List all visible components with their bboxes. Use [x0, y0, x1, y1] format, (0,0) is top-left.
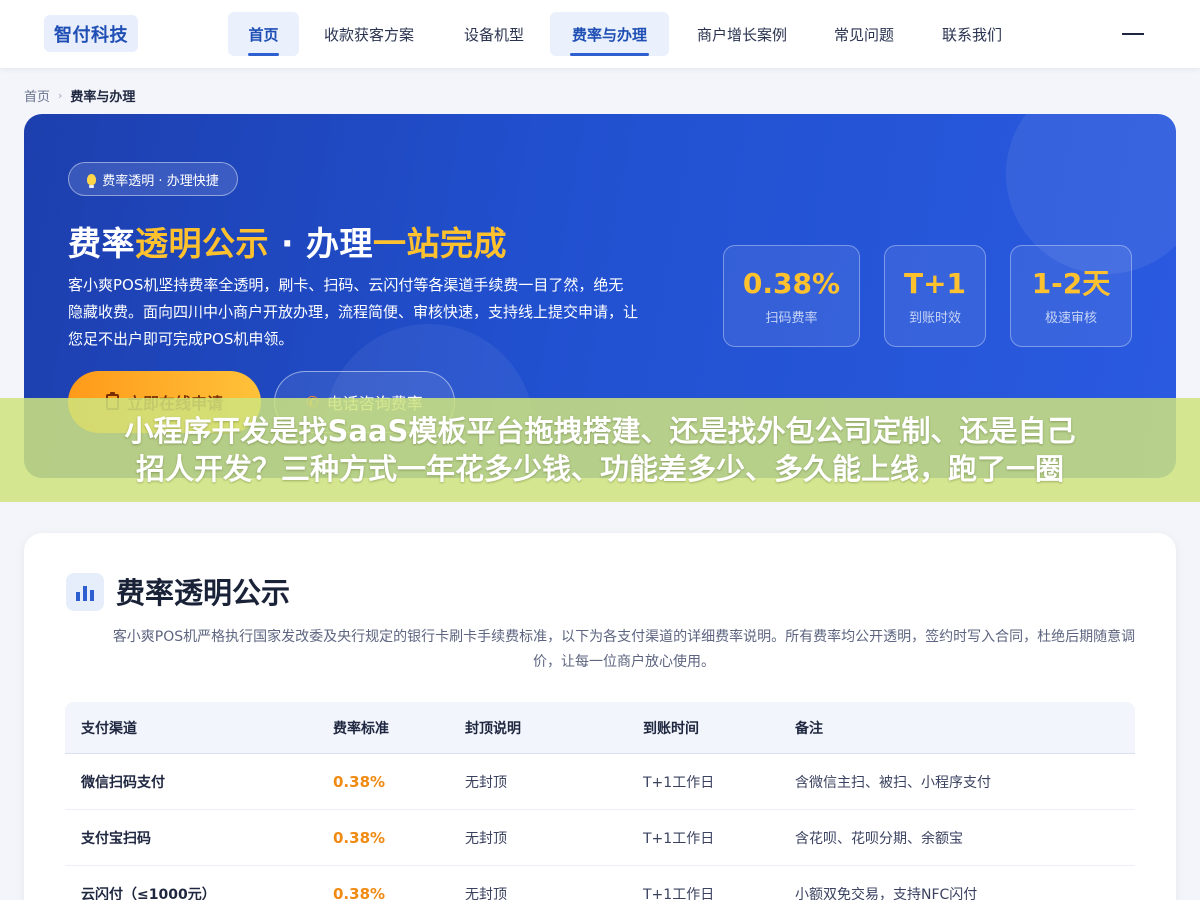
stat-label: 极速审核 — [1044, 310, 1097, 326]
table-row: 微信扫码支付 0.38% 无封顶 T+1工作日 含微信主扫、被扫、小程序支付 — [65, 754, 1135, 810]
section-title: 费率透明公示 — [116, 576, 291, 610]
stat-card-settlement: T+1 到账时效 — [884, 245, 986, 347]
menu-icon[interactable] — [1122, 33, 1144, 35]
cell-rate: 0.38% — [333, 884, 386, 900]
nav-item-devices[interactable]: 设备机型 — [448, 12, 540, 56]
table-row: 云闪付（≤1000元） 0.38% 无封顶 T+1工作日 小额双免交易，支持NF… — [65, 866, 1135, 900]
cell-note: 含微信主扫、被扫、小程序支付 — [795, 774, 991, 791]
hero-title-highlight2: 一站完成 — [373, 224, 508, 263]
column-header-cap: 封顶说明 — [465, 720, 521, 737]
cell-settlement: T+1工作日 — [643, 830, 715, 847]
nav-item-cases[interactable]: 商户增长案例 — [680, 12, 804, 56]
nav-item-contact[interactable]: 联系我们 — [926, 12, 1018, 56]
cell-channel: 云闪付（≤1000元） — [81, 886, 216, 900]
hero-title-highlight1: 透明公示 — [135, 224, 269, 263]
rate-table: 支付渠道 费率标准 封顶说明 到账时间 备注 微信扫码支付 0.38% 无封顶 … — [65, 702, 1135, 900]
stat-card-scan-rate: 0.38% 扫码费率 — [723, 245, 860, 347]
nav-item-home[interactable]: 首页 — [228, 12, 299, 56]
column-header-settlement: 到账时间 — [643, 720, 699, 737]
cell-rate: 0.38% — [333, 828, 386, 847]
bar-chart-icon — [66, 573, 104, 611]
stat-value: 0.38% — [742, 266, 841, 300]
overlay-text-line: 小程序开发是找SaaS模板平台拖拽搭建、还是找外包公司定制、还是自己 — [124, 414, 1076, 448]
nav-item-rates[interactable]: 费率与办理 — [550, 12, 669, 56]
rate-disclosure-card: 费率透明公示 客小爽POS机严格执行国家发改委及央行规定的银行卡刷卡手续费标准，… — [24, 533, 1176, 900]
top-navbar: 智付科技 首页 收款获客方案 设备机型 费率与办理 商户增长案例 常见问题 联系… — [0, 0, 1200, 68]
stat-value: 1-2天 — [1031, 266, 1111, 300]
column-header-channel: 支付渠道 — [81, 720, 137, 737]
breadcrumb: 首页 › 费率与办理 — [24, 86, 136, 105]
cell-cap: 无封顶 — [465, 774, 507, 791]
hero-description: 客小爽POS机坚持费率全透明，刷卡、扫码、云闪付等各渠道手续费一目了然，绝无隐藏… — [68, 276, 639, 348]
overlay-banner: 小程序开发是找SaaS模板平台拖拽搭建、还是找外包公司定制、还是自己 招人开发？… — [0, 398, 1200, 502]
cell-note: 含花呗、花呗分期、余额宝 — [795, 830, 963, 847]
cell-cap: 无封顶 — [465, 886, 507, 900]
hero-title: 费率透明公示 · 办理一站完成 — [68, 217, 628, 265]
cell-rate: 0.38% — [333, 772, 386, 791]
cell-settlement: T+1工作日 — [643, 774, 715, 791]
lightbulb-icon — [87, 173, 97, 188]
section-description: 客小爽POS机严格执行国家发改委及央行规定的银行卡刷卡手续费标准，以下为各支付渠… — [112, 629, 1136, 670]
column-header-rate: 费率标准 — [333, 720, 389, 737]
table-row: 支付宝扫码 0.38% 无封顶 T+1工作日 含花呗、花呗分期、余额宝 — [65, 810, 1135, 866]
cell-channel: 支付宝扫码 — [81, 830, 151, 847]
cell-note: 小额双免交易，支持NFC闪付 — [795, 886, 978, 900]
breadcrumb-current: 费率与办理 — [70, 89, 136, 105]
stat-label: 扫码费率 — [765, 310, 818, 326]
breadcrumb-separator: › — [58, 88, 63, 102]
cell-cap: 无封顶 — [465, 830, 507, 847]
stat-label: 到账时效 — [908, 310, 961, 326]
hero-badge: 费率透明 · 办理快捷 — [68, 162, 238, 196]
hero-title-part3: · 办理 — [269, 224, 374, 263]
breadcrumb-home-link[interactable]: 首页 — [24, 86, 50, 105]
stat-card-review: 1-2天 极速审核 — [1010, 245, 1132, 347]
table-header: 支付渠道 费率标准 封顶说明 到账时间 备注 — [65, 702, 1135, 754]
cell-channel: 微信扫码支付 — [81, 774, 165, 791]
nav-item-faq[interactable]: 常见问题 — [818, 12, 910, 56]
hero-title-part1: 费率 — [68, 224, 135, 263]
hero-badge-text: 费率透明 · 办理快捷 — [102, 173, 219, 189]
nav-item-solutions[interactable]: 收款获客方案 — [308, 12, 430, 56]
overlay-text-line: 招人开发？三种方式一年花多少钱、功能差多少、多久能上线，跑了一圈 — [135, 452, 1064, 486]
stat-value: T+1 — [903, 266, 967, 300]
cell-settlement: T+1工作日 — [643, 886, 715, 900]
brand-logo[interactable]: 智付科技 — [44, 15, 138, 52]
column-header-note: 备注 — [795, 720, 823, 737]
